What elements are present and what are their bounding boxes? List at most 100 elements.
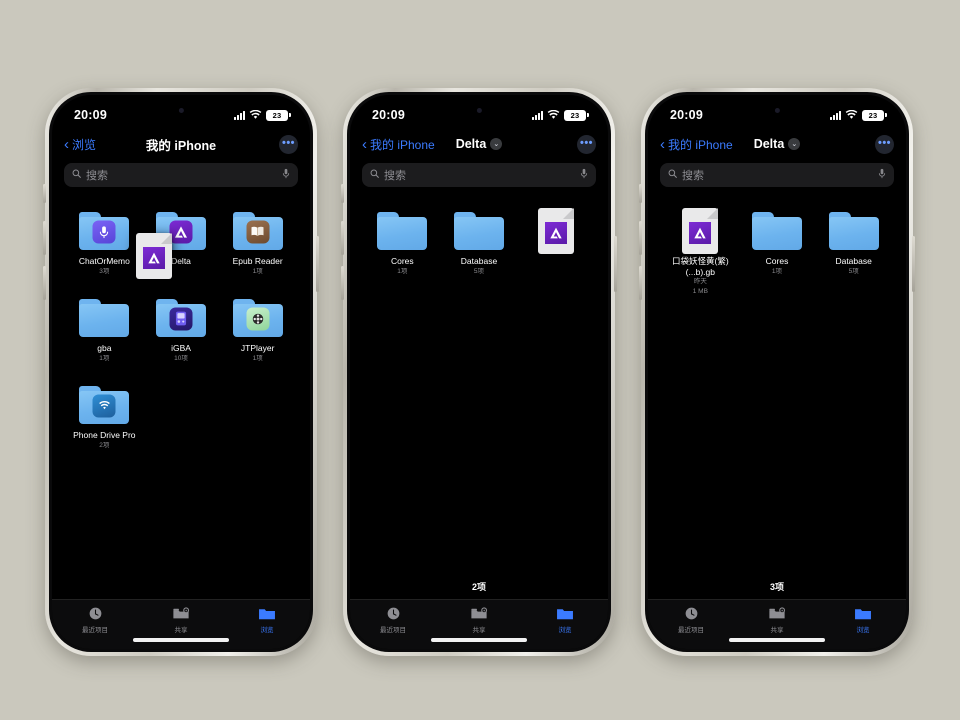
shared-folder-lock-icon	[768, 605, 786, 622]
tab-folder[interactable]: 浏览	[522, 605, 608, 634]
navigation-bar: ‹ 浏览 我的 iPhone •••	[52, 129, 310, 159]
tab-clock[interactable]: 最近项目	[648, 605, 734, 634]
chevron-down-icon[interactable]: ⌄	[490, 138, 503, 150]
clock-icon	[88, 605, 103, 622]
more-options-button[interactable]: •••	[577, 134, 596, 154]
more-options-button[interactable]: •••	[279, 134, 298, 154]
clock-icon	[684, 605, 699, 622]
home-indicator[interactable]	[133, 638, 229, 642]
tab-shared-folder-lock[interactable]: 共享	[436, 605, 522, 634]
file-grid-item[interactable]: JTPlayer 1项	[219, 298, 296, 363]
chevron-left-icon: ‹	[64, 135, 69, 153]
front-camera-dot	[476, 108, 482, 113]
microphone-icon[interactable]	[878, 168, 886, 182]
file-grid-item[interactable]: Cores 1项	[739, 211, 816, 296]
file-grid-item[interactable]: Cores 1项	[364, 211, 441, 276]
open-book-icon	[246, 220, 270, 244]
file-grid-item[interactable]	[517, 208, 594, 276]
search-input[interactable]: 搜索	[660, 163, 894, 187]
search-icon	[72, 169, 81, 181]
tab-folder[interactable]: 浏览	[224, 605, 310, 634]
file-size-label: 1 MB	[692, 287, 708, 295]
page-title-label: Delta	[753, 137, 785, 151]
file-grid: Cores 1项 Database 5项	[350, 187, 608, 276]
file-name-label: Delta	[171, 256, 191, 266]
volume-up-button[interactable]	[43, 221, 46, 255]
file-meta-label: 1项	[397, 267, 408, 275]
power-button[interactable]	[316, 236, 319, 292]
navigation-bar: ‹ 我的 iPhone Delta ⌄ •••	[648, 129, 906, 159]
power-button[interactable]	[614, 236, 617, 292]
tab-label: 浏览	[260, 627, 274, 634]
back-button[interactable]: ‹ 我的 iPhone	[660, 136, 733, 153]
back-button-label: 浏览	[72, 137, 97, 152]
tab-shared-folder-lock[interactable]: 共享	[734, 605, 820, 634]
file-grid-item[interactable]: 口袋妖怪黄(繁) (...b).gb 昨天 1 MB	[662, 208, 739, 296]
home-indicator[interactable]	[431, 638, 527, 642]
microphone-icon[interactable]	[580, 168, 588, 182]
file-name-label: Database	[835, 256, 872, 266]
silent-switch[interactable]	[639, 184, 642, 203]
file-name-label: Cores	[390, 256, 414, 266]
power-button[interactable]	[912, 236, 915, 292]
phone-screen: 20:09 23 ‹ 浏览 我的 iPhone ••• 搜索 ChatOrMemo 3项 Delt…	[52, 95, 310, 649]
document-file-icon	[136, 233, 172, 279]
page-title-label: Delta	[455, 137, 487, 151]
battery-level: 23	[570, 110, 580, 120]
chevron-left-icon: ‹	[362, 135, 367, 153]
file-meta-label: 3项	[99, 267, 110, 275]
file-meta-label: 5项	[473, 267, 485, 275]
volume-down-button[interactable]	[43, 266, 46, 300]
search-icon	[668, 169, 677, 181]
file-name-label: Cores	[765, 256, 789, 266]
microphone-icon[interactable]	[282, 168, 290, 182]
tab-folder[interactable]: 浏览	[820, 605, 906, 634]
status-time: 20:09	[372, 108, 405, 122]
search-placeholder: 搜索	[384, 170, 406, 182]
item-count-label: 2项	[471, 582, 486, 592]
folder-icon	[79, 212, 130, 250]
volume-up-button[interactable]	[639, 221, 642, 255]
file-grid-item[interactable]: iGBA 10项	[143, 298, 220, 363]
file-meta-label: 昨天	[693, 278, 707, 286]
wifi-icon	[845, 110, 858, 120]
tab-clock[interactable]: 最近项目	[350, 605, 436, 634]
file-grid-item[interactable]: Phone Drive Pro 2项	[66, 385, 143, 450]
volume-up-button[interactable]	[341, 221, 344, 255]
home-indicator[interactable]	[729, 638, 825, 642]
more-options-button[interactable]: •••	[875, 134, 894, 154]
tab-shared-folder-lock[interactable]: 共享	[138, 605, 224, 634]
file-grid-item[interactable]: Database 5项	[441, 211, 518, 276]
silent-switch[interactable]	[43, 184, 46, 203]
screenshot-canvas: 20:09 23 ‹ 浏览 我的 iPhone ••• 搜索 ChatOrMemo 3项 Delt…	[0, 0, 960, 720]
file-grid-item[interactable]: Epub Reader 1项	[219, 211, 296, 276]
tab-bar: 最近项目 共享 浏览	[648, 599, 906, 649]
tab-label: 共享	[472, 627, 486, 634]
navigation-bar: ‹ 我的 iPhone Delta ⌄ •••	[350, 129, 608, 159]
status-bar: 20:09 23	[52, 95, 310, 129]
item-count-label: 3项	[769, 582, 784, 592]
delta-triangle-icon	[143, 246, 165, 269]
status-bar: 20:09 23	[350, 95, 608, 129]
search-placeholder: 搜索	[86, 170, 108, 182]
search-icon	[370, 169, 379, 181]
film-reel-icon	[246, 307, 270, 331]
silent-switch[interactable]	[341, 184, 344, 203]
volume-down-button[interactable]	[341, 266, 344, 300]
file-grid-item[interactable]: ChatOrMemo 3项	[66, 211, 143, 276]
tab-clock[interactable]: 最近项目	[52, 605, 138, 634]
back-button[interactable]: ‹ 浏览	[64, 136, 96, 153]
folder-icon	[828, 212, 879, 250]
search-input[interactable]: 搜索	[362, 163, 596, 187]
chevron-down-icon[interactable]: ⌄	[788, 138, 801, 150]
back-button[interactable]: ‹ 我的 iPhone	[362, 136, 435, 153]
wifi-icon	[249, 110, 262, 120]
search-input[interactable]: 搜索	[64, 163, 298, 187]
document-file-icon	[537, 208, 574, 254]
volume-down-button[interactable]	[639, 266, 642, 300]
file-grid-item[interactable]: Database 5项	[815, 211, 892, 296]
file-name-label: Phone Drive Pro	[73, 430, 136, 441]
cellular-signal-icon	[234, 110, 245, 120]
file-grid-item[interactable]: gba 1项	[66, 298, 143, 363]
dragged-file-ghost[interactable]	[136, 233, 172, 279]
